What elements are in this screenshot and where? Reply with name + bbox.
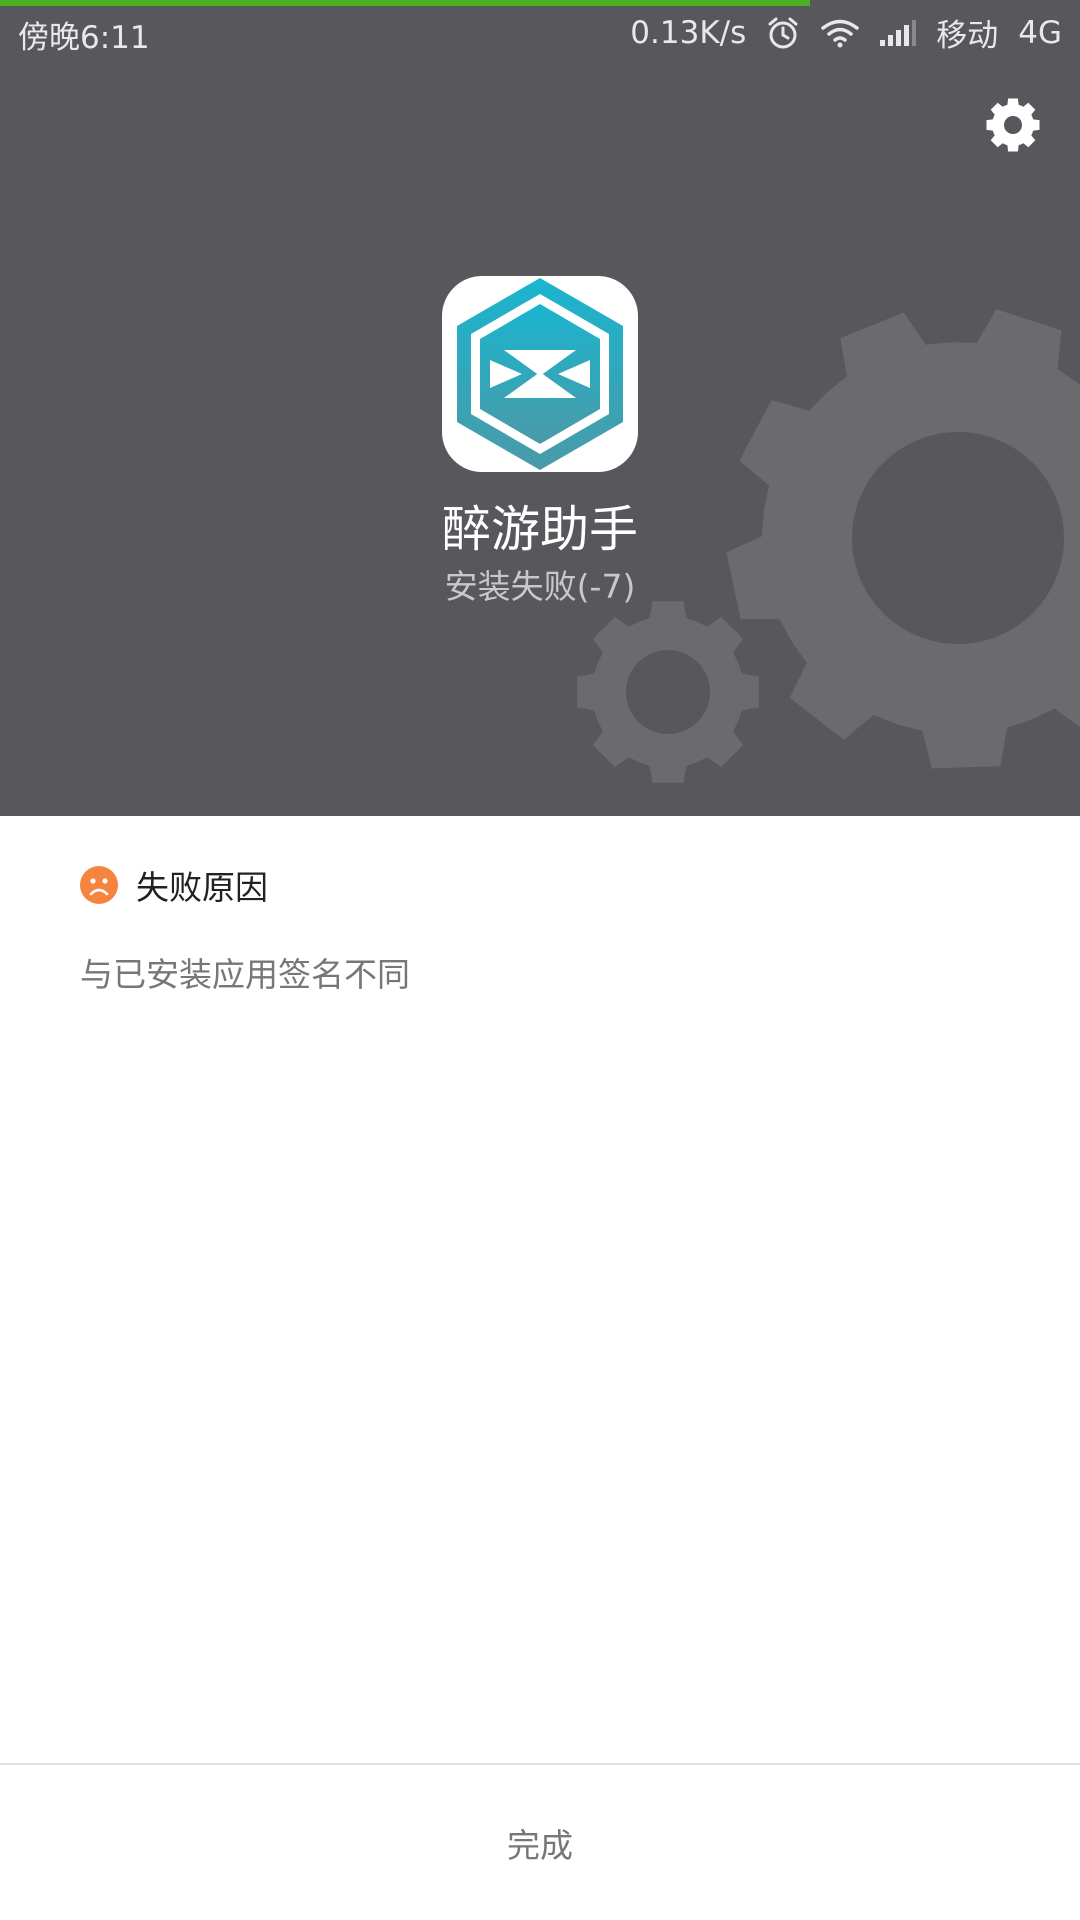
alarm-icon	[766, 16, 800, 50]
failure-reason-text: 与已安装应用签名不同	[80, 955, 410, 994]
carrier-name: 移动	[936, 18, 999, 54]
failure-reason-title: 失败原因	[136, 868, 268, 907]
install-progress-fill	[0, 0, 810, 6]
done-button[interactable]: 完成	[0, 1765, 1080, 1920]
app-icon	[442, 276, 638, 472]
network-type: 4G	[1018, 14, 1062, 51]
failure-reason-header: 失败原因	[80, 862, 410, 908]
header-panel: 傍晚6:11 0.13K/s 移动 4G 醉游助手 安装失败(-7)	[0, 0, 1080, 816]
wifi-icon	[820, 18, 860, 48]
status-time: 傍晚6:11	[18, 20, 150, 56]
sad-face-icon	[80, 866, 118, 904]
failure-reason-section: 失败原因 与已安装应用签名不同	[80, 862, 410, 996]
install-progress-bar	[0, 0, 1080, 6]
signal-icon	[880, 19, 917, 46]
gear-icon	[986, 98, 1040, 152]
app-name: 醉游助手	[441, 501, 638, 558]
network-speed: 0.13K/s	[630, 14, 747, 51]
status-bar: 傍晚6:11 0.13K/s 移动 4G	[0, 0, 1080, 64]
settings-button[interactable]	[984, 96, 1042, 154]
install-status: 安装失败(-7)	[444, 567, 636, 606]
